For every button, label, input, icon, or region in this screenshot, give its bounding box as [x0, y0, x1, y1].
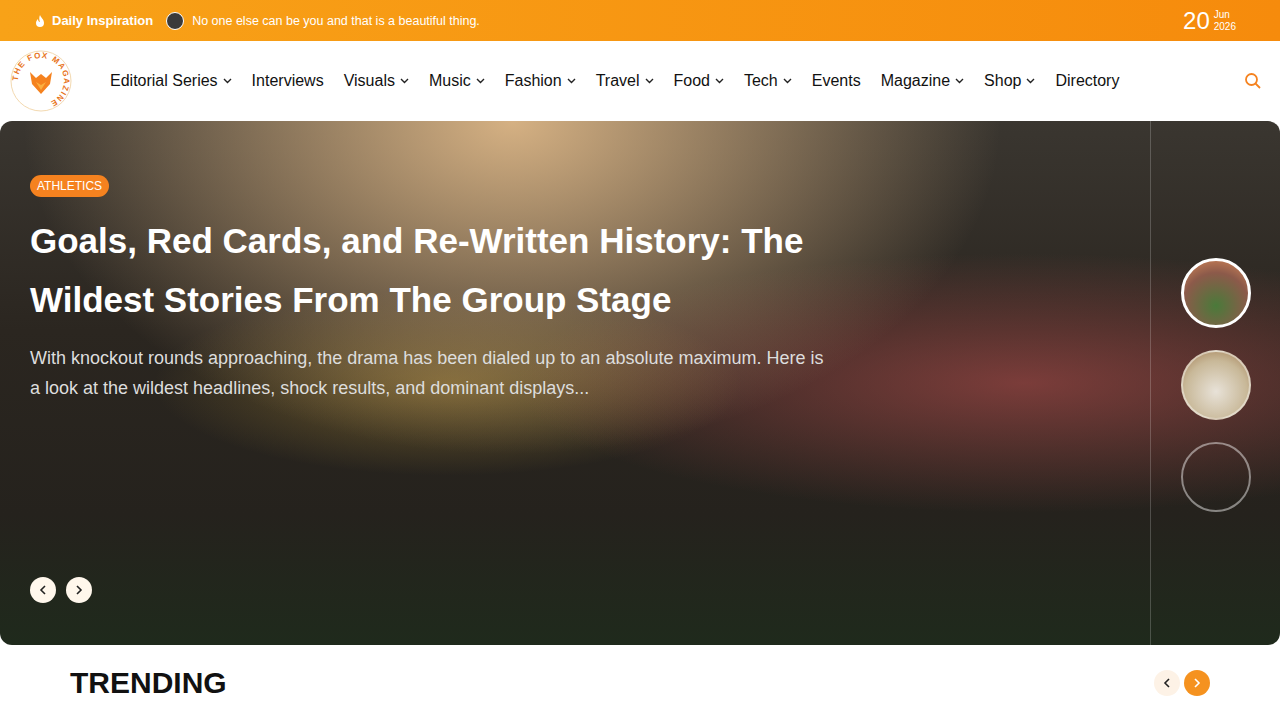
slide-thumbnails [1181, 258, 1251, 512]
nav-bar: THE FOX MAGAZINE Editorial Series Intervie… [0, 41, 1280, 121]
chevron-down-icon [223, 78, 232, 84]
prev-button[interactable] [30, 577, 56, 603]
category-tag[interactable]: ATHLETICS [30, 175, 109, 197]
date-year: 2026 [1214, 21, 1236, 33]
chevron-left-icon [1163, 678, 1171, 688]
chevron-down-icon [476, 78, 485, 84]
date: 20 Jun2026 [1183, 7, 1236, 35]
nav-item[interactable]: Tech [744, 72, 792, 90]
date-day: 20 [1183, 7, 1210, 35]
slide-thumbnail[interactable] [1181, 350, 1251, 420]
nav-item[interactable]: Interviews [252, 72, 324, 90]
nav-item[interactable]: Magazine [881, 72, 964, 90]
hero-slider: ATHLETICS Goals, Red Cards, and Re-Writte… [0, 121, 1280, 645]
inspiration-quote: No one else can be you and that is a bea… [192, 14, 480, 28]
chevron-down-icon [1026, 78, 1035, 84]
trending-title: TRENDING [70, 665, 227, 701]
nav-item[interactable]: Events [812, 72, 861, 90]
chevron-down-icon [715, 78, 724, 84]
flame-icon [33, 14, 47, 28]
hero-excerpt: With knockout rounds approaching, the dr… [30, 343, 830, 403]
date-month: Jun [1214, 9, 1236, 21]
trending-section: TRENDING [0, 645, 1280, 701]
chevron-down-icon [567, 78, 576, 84]
chevron-right-icon [75, 585, 83, 595]
trending-prev-button[interactable] [1154, 670, 1180, 696]
nav-item[interactable]: Directory [1055, 72, 1119, 90]
nav-item[interactable]: Travel [596, 72, 654, 90]
logo[interactable]: THE FOX MAGAZINE [10, 50, 72, 112]
slide-thumbnail[interactable] [1181, 442, 1251, 512]
nav-item[interactable]: Food [674, 72, 724, 90]
nav-item[interactable]: Fashion [505, 72, 576, 90]
chevron-right-icon [1193, 678, 1201, 688]
nav-item[interactable]: Editorial Series [110, 72, 232, 90]
chevron-down-icon [645, 78, 654, 84]
top-bar: Daily Inspiration No one else can be you … [0, 0, 1280, 41]
thumb-divider [1150, 121, 1151, 645]
chevron-down-icon [400, 78, 409, 84]
trending-next-button[interactable] [1184, 670, 1210, 696]
svg-text:THE FOX MAGAZINE: THE FOX MAGAZINE [11, 51, 71, 109]
chevron-left-icon [39, 585, 47, 595]
page: Daily Inspiration No one else can be you … [0, 0, 1280, 720]
avatar-icon [166, 12, 184, 30]
inspiration-label: Daily Inspiration [52, 13, 153, 28]
next-button[interactable] [66, 577, 92, 603]
chevron-down-icon [955, 78, 964, 84]
search-icon[interactable] [1244, 72, 1262, 90]
slide-thumbnail[interactable] [1181, 258, 1251, 328]
nav-item[interactable]: Visuals [344, 72, 409, 90]
hero-title[interactable]: Goals, Red Cards, and Re-Written History… [30, 211, 900, 329]
nav-item[interactable]: Music [429, 72, 485, 90]
nav-item[interactable]: Shop [984, 72, 1035, 90]
chevron-down-icon [783, 78, 792, 84]
